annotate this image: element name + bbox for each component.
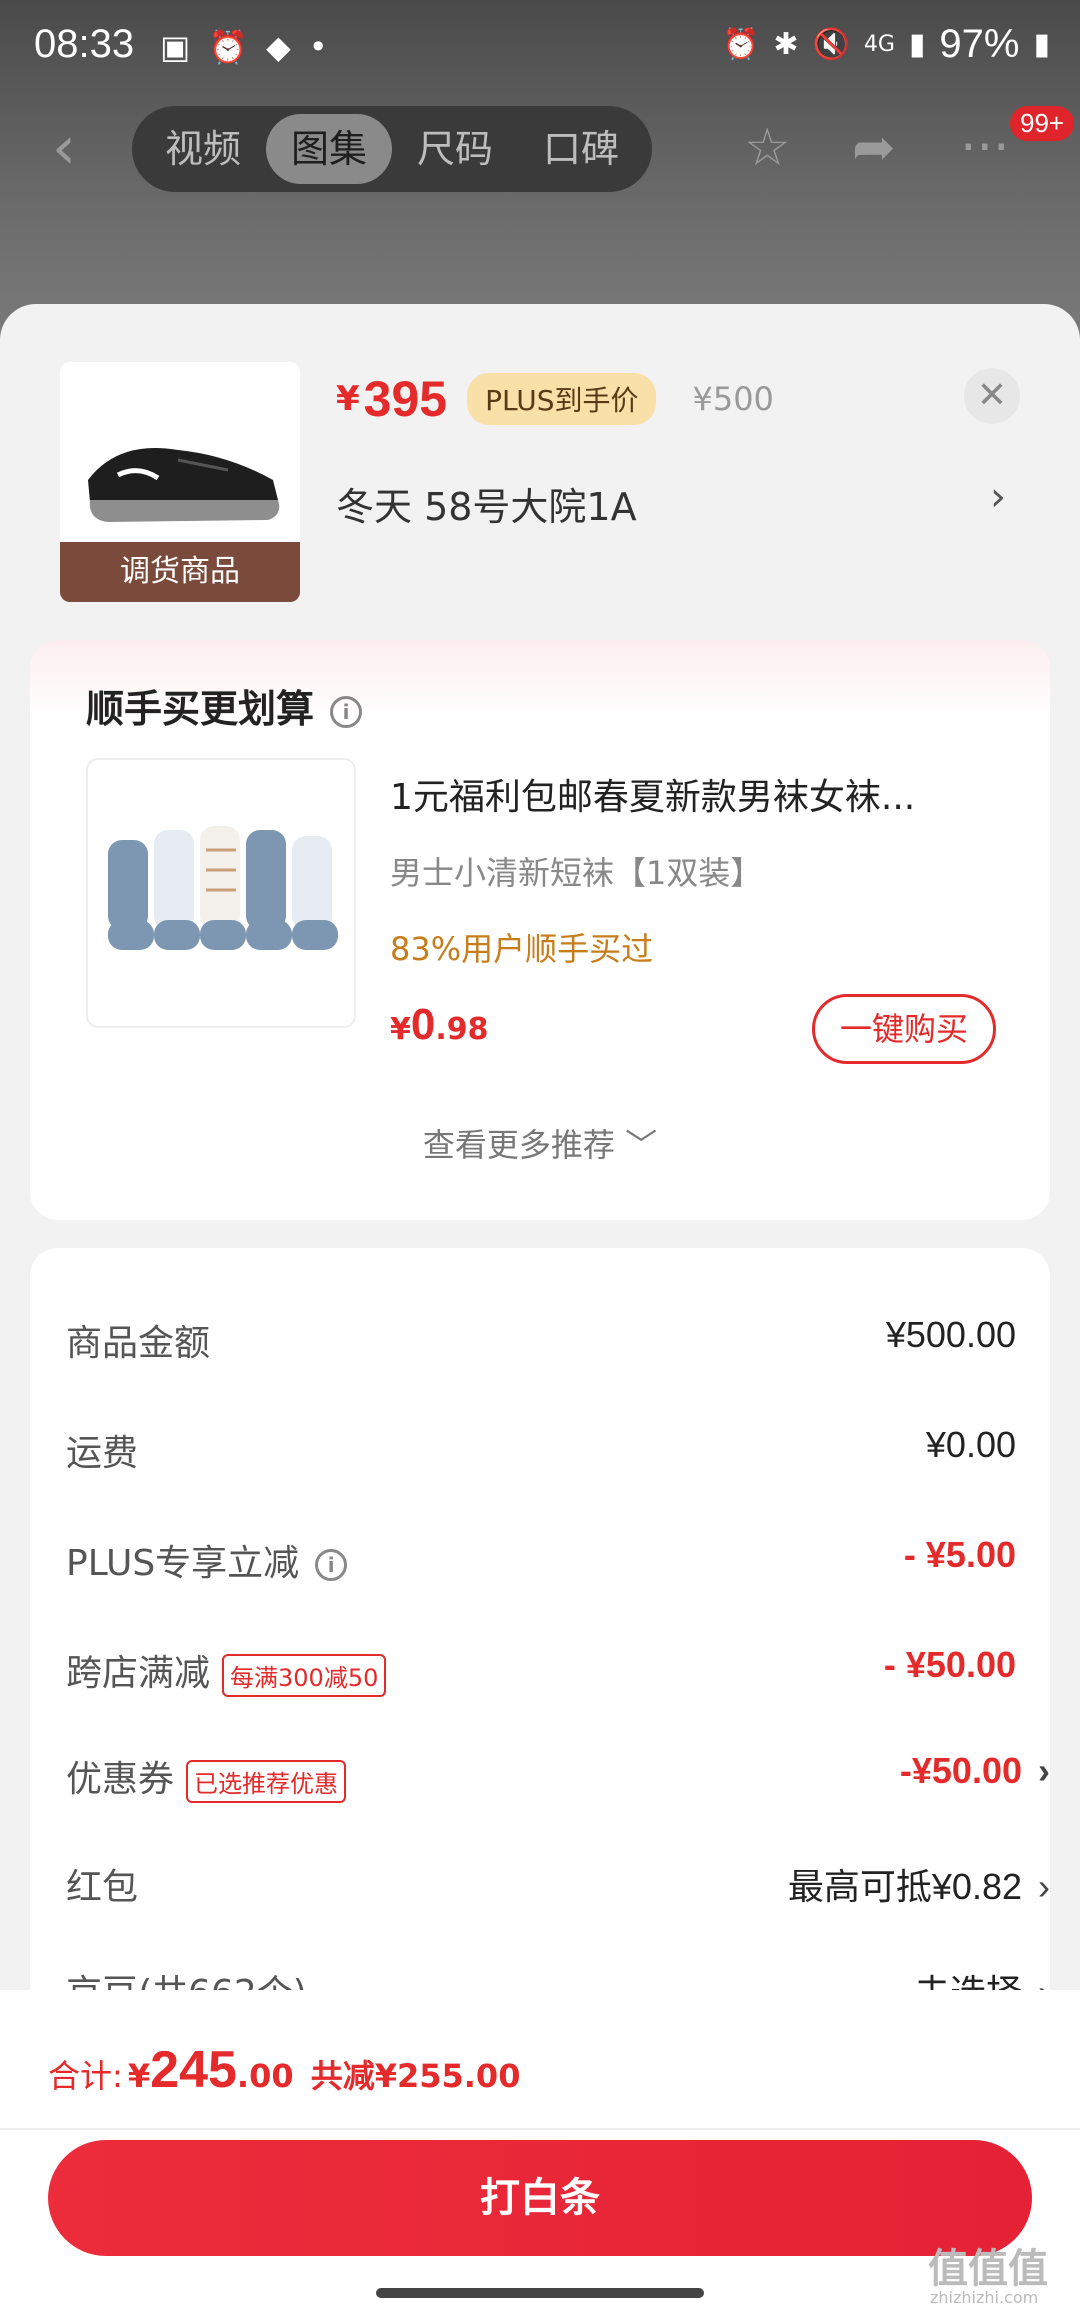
alarm-icon: ⏰	[722, 27, 760, 62]
chevron-right-icon[interactable]: ›	[990, 474, 1006, 520]
price-integer: 0	[410, 1000, 436, 1049]
recommend-card: 顺手买更划算 i 1元福利包邮春夏新款男袜女袜... 男士小清新短袜【1双装】 8…	[30, 640, 1050, 1220]
media-tabs: 视频 图集 尺码 口碑	[132, 106, 652, 192]
top-navbar: ‹ 视频 图集 尺码 口碑 ☆ ➦ ··· 99+	[0, 100, 1080, 200]
summary-label: 红包	[66, 1867, 139, 1908]
tab-gallery[interactable]: 图集	[266, 114, 392, 184]
summary-row-coupon[interactable]: 优惠券 已选推荐优惠 -¥50.00 ›	[66, 1734, 1050, 1814]
status-bar: 08:33 ▣ ⏰ ◆ • ⏰ ✱ 🔇 4G ▮ 97% ▮	[0, 0, 1080, 96]
message-badge: 99+	[1010, 106, 1075, 141]
battery-percent: 97%	[939, 22, 1020, 66]
dot-icon: •	[308, 28, 328, 66]
product-thumbnail[interactable]: 调货商品	[60, 362, 300, 602]
summary-value: - ¥50.00	[883, 1644, 1016, 1685]
network-icon: 4G	[863, 32, 895, 57]
recommend-title: 顺手买更划算 i	[86, 678, 363, 733]
shoe-image	[88, 448, 280, 522]
shopping-bag-icon: ◆	[266, 28, 291, 66]
divider	[0, 2128, 1080, 2130]
promo-tag: 已选推荐优惠	[186, 1759, 347, 1803]
summary-value: 最高可抵¥0.82 ›	[788, 1858, 1050, 1910]
recommend-item-price: ¥0.98	[390, 1000, 489, 1050]
recommend-item-title[interactable]: 1元福利包邮春夏新款男袜女袜...	[390, 768, 990, 820]
original-price: ¥500	[692, 380, 774, 418]
battery-icon: ▮	[1033, 27, 1050, 62]
promo-tag: 每满300减50	[222, 1653, 387, 1697]
summary-value-text: 最高可抵¥0.82	[787, 1866, 1022, 1907]
view-more-recommend-link[interactable]: 查看更多推荐 ﹀	[30, 1120, 1050, 1166]
summary-value-text: -¥50.00	[899, 1750, 1022, 1791]
summary-row-plus-discount: PLUS专享立减 i - ¥5.00	[66, 1518, 1016, 1598]
recommend-title-text: 顺手买更划算	[86, 687, 315, 731]
recommend-item-subtitle: 男士小清新短袜【1双装】	[390, 854, 763, 892]
bluetooth-icon: ✱	[773, 27, 799, 62]
currency-symbol: ¥	[336, 379, 360, 419]
mute-icon: 🔇	[812, 27, 850, 62]
share-icon[interactable]: ➦	[852, 118, 896, 178]
home-indicator[interactable]	[376, 2288, 704, 2298]
tab-reviews[interactable]: 口碑	[518, 114, 644, 184]
summary-label-text: PLUS专享立减	[66, 1543, 300, 1584]
recommend-item-popularity: 83%用户顺手买过	[390, 930, 654, 968]
summary-value: ¥500.00	[885, 1314, 1016, 1355]
summary-label: PLUS专享立减 i	[66, 1534, 348, 1586]
product-price: 395	[363, 371, 448, 427]
more-icon[interactable]: ···	[960, 118, 1010, 178]
signal-icon: ▮	[908, 27, 926, 62]
tab-video[interactable]: 视频	[140, 114, 266, 184]
status-notification-icons: ▣ ⏰ ◆ •	[160, 28, 328, 66]
star-icon[interactable]: ☆	[744, 118, 791, 178]
watermark-url: zhizhizhi.com	[930, 2288, 1039, 2307]
summary-row-cross-store: 跨店满减 每满300减50 - ¥50.00	[66, 1628, 1016, 1708]
total-integer: 245	[150, 2041, 237, 2099]
summary-row-redpacket[interactable]: 红包 最高可抵¥0.82 ›	[66, 1842, 1050, 1922]
summary-row-shipping: 运费 ¥0.00	[66, 1408, 1016, 1488]
currency-symbol: ¥	[127, 2057, 151, 2095]
info-icon[interactable]: i	[330, 695, 363, 728]
currency-symbol: ¥	[390, 1012, 411, 1047]
alarm-icon: ⏰	[208, 28, 249, 66]
watermark: 值值值	[928, 2246, 1048, 2292]
one-click-buy-button[interactable]: 一键购买	[812, 994, 996, 1064]
tab-size[interactable]: 尺码	[392, 114, 518, 184]
socks-illustration	[108, 826, 338, 950]
price-decimal: .98	[435, 1012, 489, 1047]
summary-label: 商品金额	[66, 1323, 211, 1364]
price-row: ¥ 395 PLUS到手价 ¥500	[336, 370, 774, 428]
summary-label: 优惠券 已选推荐优惠	[66, 1750, 347, 1803]
status-time: 08:33	[34, 22, 135, 66]
summary-label-text: 跨店满减	[66, 1653, 211, 1694]
pay-baitiao-button[interactable]: 打白条	[48, 2140, 1032, 2256]
summary-value: ¥0.00	[925, 1424, 1016, 1465]
selected-spec[interactable]: 冬天 58号大院1A	[336, 476, 637, 531]
close-icon[interactable]: ✕	[964, 368, 1020, 424]
summary-label: 跨店满减 每满300减50	[66, 1644, 387, 1697]
total-label: 合计:	[48, 2057, 123, 2095]
total-decimal: .00	[236, 2057, 294, 2095]
summary-value: - ¥5.00	[903, 1534, 1016, 1575]
summary-row-goods: 商品金额 ¥500.00	[66, 1298, 1016, 1378]
status-system-icons: ⏰ ✱ 🔇 4G ▮ 97% ▮	[722, 22, 1050, 67]
product-label: 调货商品	[60, 542, 300, 602]
chevron-right-icon: ›	[1038, 1750, 1050, 1791]
total-saved: 共减¥255.00	[310, 2057, 521, 2095]
info-icon[interactable]: i	[315, 1549, 348, 1581]
order-total: 合计: ¥245.00 共减¥255.00	[48, 2040, 520, 2100]
chevron-right-icon: ›	[1038, 1866, 1050, 1907]
summary-label-text: 优惠券	[66, 1759, 175, 1800]
back-icon[interactable]: ‹	[52, 118, 102, 178]
plus-price-tag: PLUS到手价	[467, 373, 657, 425]
gallery-icon: ▣	[160, 28, 191, 66]
summary-value: -¥50.00 ›	[900, 1750, 1050, 1792]
summary-label: 运费	[66, 1433, 139, 1474]
checkout-bar: 合计: ¥245.00 共减¥255.00 打白条	[0, 1990, 1080, 2316]
socks-image[interactable]	[86, 758, 356, 1028]
